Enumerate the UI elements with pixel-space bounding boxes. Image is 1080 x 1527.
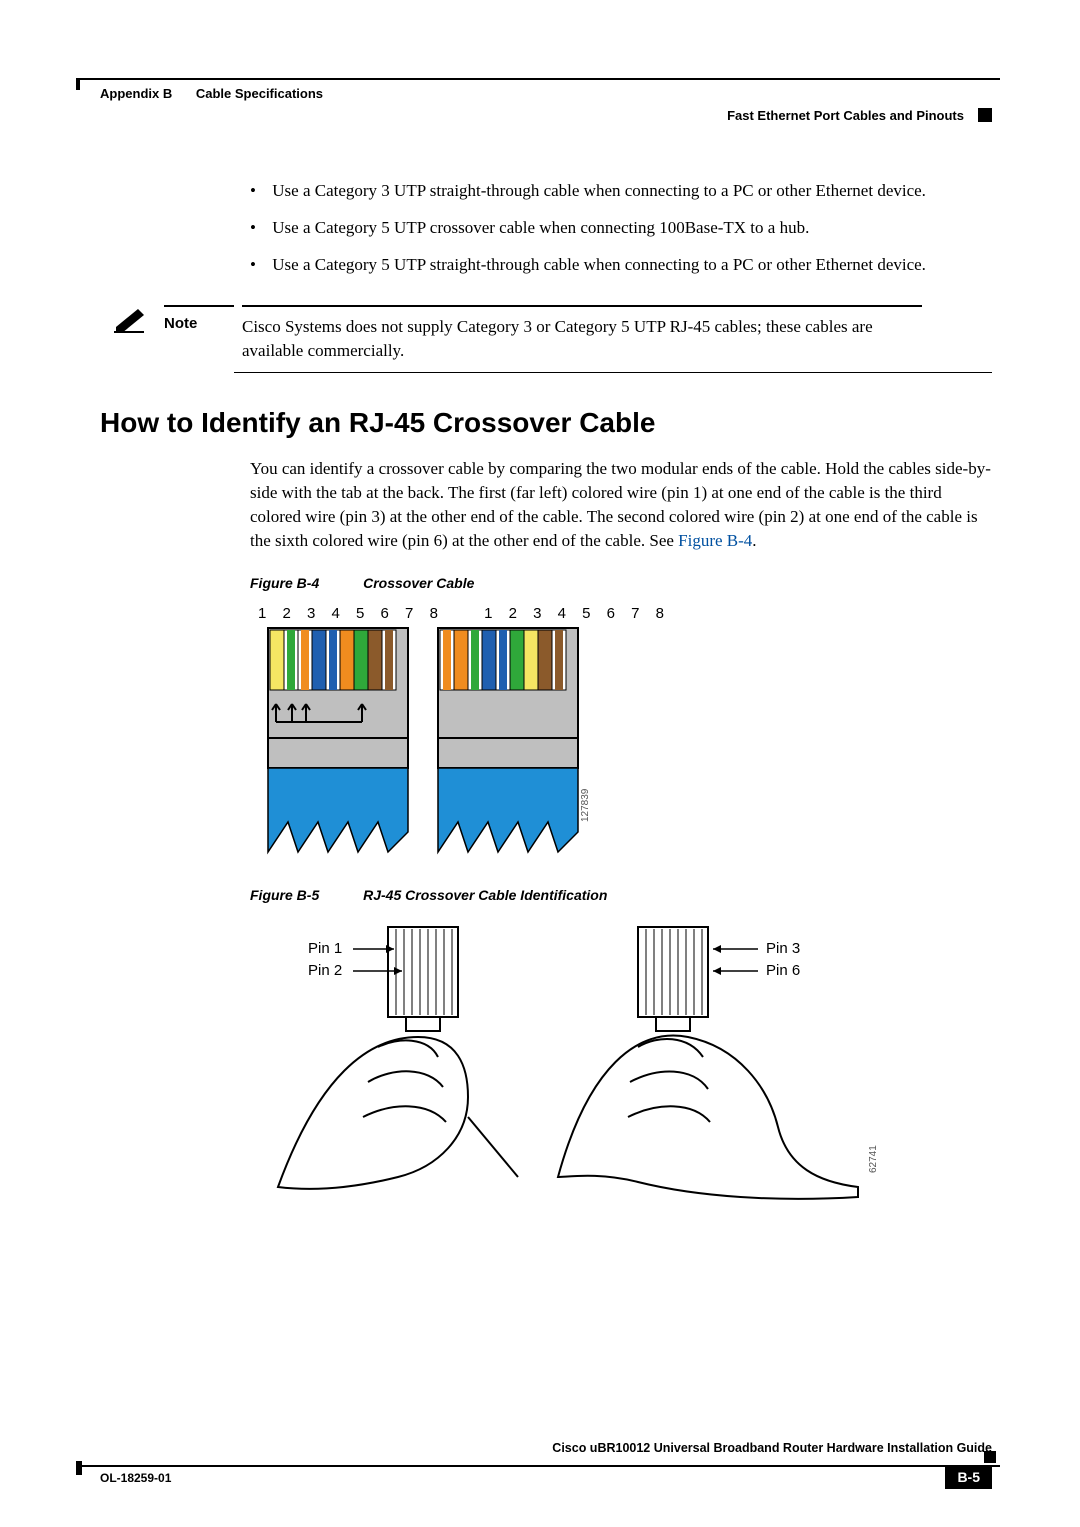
bullet-item: • Use a Category 5 UTP crossover cable w… bbox=[250, 217, 992, 240]
figure-b5-caption: Figure B-5 RJ-45 Crossover Cable Identif… bbox=[250, 887, 992, 903]
section-title: Fast Ethernet Port Cables and Pinouts bbox=[727, 108, 964, 123]
page-number-badge: B-5 bbox=[945, 1465, 992, 1489]
bullet-item: • Use a Category 3 UTP straight-through … bbox=[250, 180, 992, 203]
pin1-label: Pin 1 bbox=[308, 940, 342, 957]
bullet-icon: • bbox=[250, 180, 268, 203]
appendix-label: Appendix B bbox=[100, 86, 172, 101]
figure-b4-title: Crossover Cable bbox=[363, 575, 474, 591]
bullet-text: Use a Category 5 UTP crossover cable whe… bbox=[272, 218, 809, 237]
figure-b4-id: 127839 bbox=[580, 788, 591, 822]
page: Appendix B Cable Specifications Fast Eth… bbox=[0, 0, 1080, 1527]
footer-title: Cisco uBR10012 Universal Broadband Route… bbox=[552, 1441, 992, 1455]
pin6-label: Pin 6 bbox=[766, 962, 800, 979]
note-underline bbox=[234, 372, 992, 373]
note-label: Note bbox=[164, 305, 234, 332]
footer-marker-right bbox=[984, 1451, 996, 1463]
footer-marker-left bbox=[76, 1461, 82, 1475]
header-left: Appendix B Cable Specifications bbox=[100, 86, 323, 101]
footer-rule bbox=[80, 1465, 1000, 1467]
note-block: Note Cisco Systems does not supply Categ… bbox=[100, 305, 992, 374]
pin-numbers-row: 1 2 3 4 5 6 7 8 1 2 3 4 5 6 7 8 bbox=[258, 605, 992, 622]
content: • Use a Category 3 UTP straight-through … bbox=[100, 180, 992, 1212]
note-text: Cisco Systems does not supply Category 3… bbox=[242, 305, 922, 363]
pencil-icon bbox=[100, 305, 160, 338]
figure-b4-caption: Figure B-4 Crossover Cable bbox=[250, 575, 992, 591]
pin2-label: Pin 2 bbox=[308, 962, 342, 979]
bullet-icon: • bbox=[250, 254, 268, 277]
figure-b5-id: 62741 bbox=[868, 1144, 879, 1172]
pin3-label: Pin 3 bbox=[766, 940, 800, 957]
figure-b5-title: RJ-45 Crossover Cable Identification bbox=[363, 887, 607, 903]
bullet-list: • Use a Category 3 UTP straight-through … bbox=[250, 180, 992, 277]
section-marker bbox=[978, 108, 992, 122]
heading-crossover: How to Identify an RJ-45 Crossover Cable bbox=[100, 407, 992, 439]
rule-tick bbox=[76, 78, 80, 90]
bullet-text: Use a Category 5 UTP straight-through ca… bbox=[272, 255, 926, 274]
top-rule bbox=[80, 78, 1000, 80]
crossover-connectors-svg: 127839 bbox=[258, 622, 598, 862]
pin-numbers-right: 1 2 3 4 5 6 7 8 bbox=[484, 605, 670, 622]
footer-docnum: OL-18259-01 bbox=[100, 1471, 171, 1485]
para-pre: You can identify a crossover cable by co… bbox=[250, 459, 991, 549]
bullet-item: • Use a Category 5 UTP straight-through … bbox=[250, 254, 992, 277]
body-paragraph: You can identify a crossover cable by co… bbox=[250, 457, 992, 552]
figure-link[interactable]: Figure B-4 bbox=[678, 531, 752, 550]
figure-b5-label: Figure B-5 bbox=[250, 887, 319, 903]
bullet-text: Use a Category 3 UTP straight-through ca… bbox=[272, 181, 926, 200]
para-post: . bbox=[752, 531, 756, 550]
pin-numbers-left: 1 2 3 4 5 6 7 8 bbox=[258, 605, 444, 622]
bullet-icon: • bbox=[250, 217, 268, 240]
chapter-label: Cable Specifications bbox=[196, 86, 323, 101]
figure-b5-art: Pin 1 Pin 2 Pin 3 Pin 6 62741 bbox=[258, 917, 992, 1212]
rj45-hands-svg: Pin 1 Pin 2 Pin 3 Pin 6 62741 bbox=[258, 917, 898, 1207]
figure-b4-label: Figure B-4 bbox=[250, 575, 319, 591]
figure-b4-art: 1 2 3 4 5 6 7 8 1 2 3 4 5 6 7 8 bbox=[258, 605, 992, 867]
